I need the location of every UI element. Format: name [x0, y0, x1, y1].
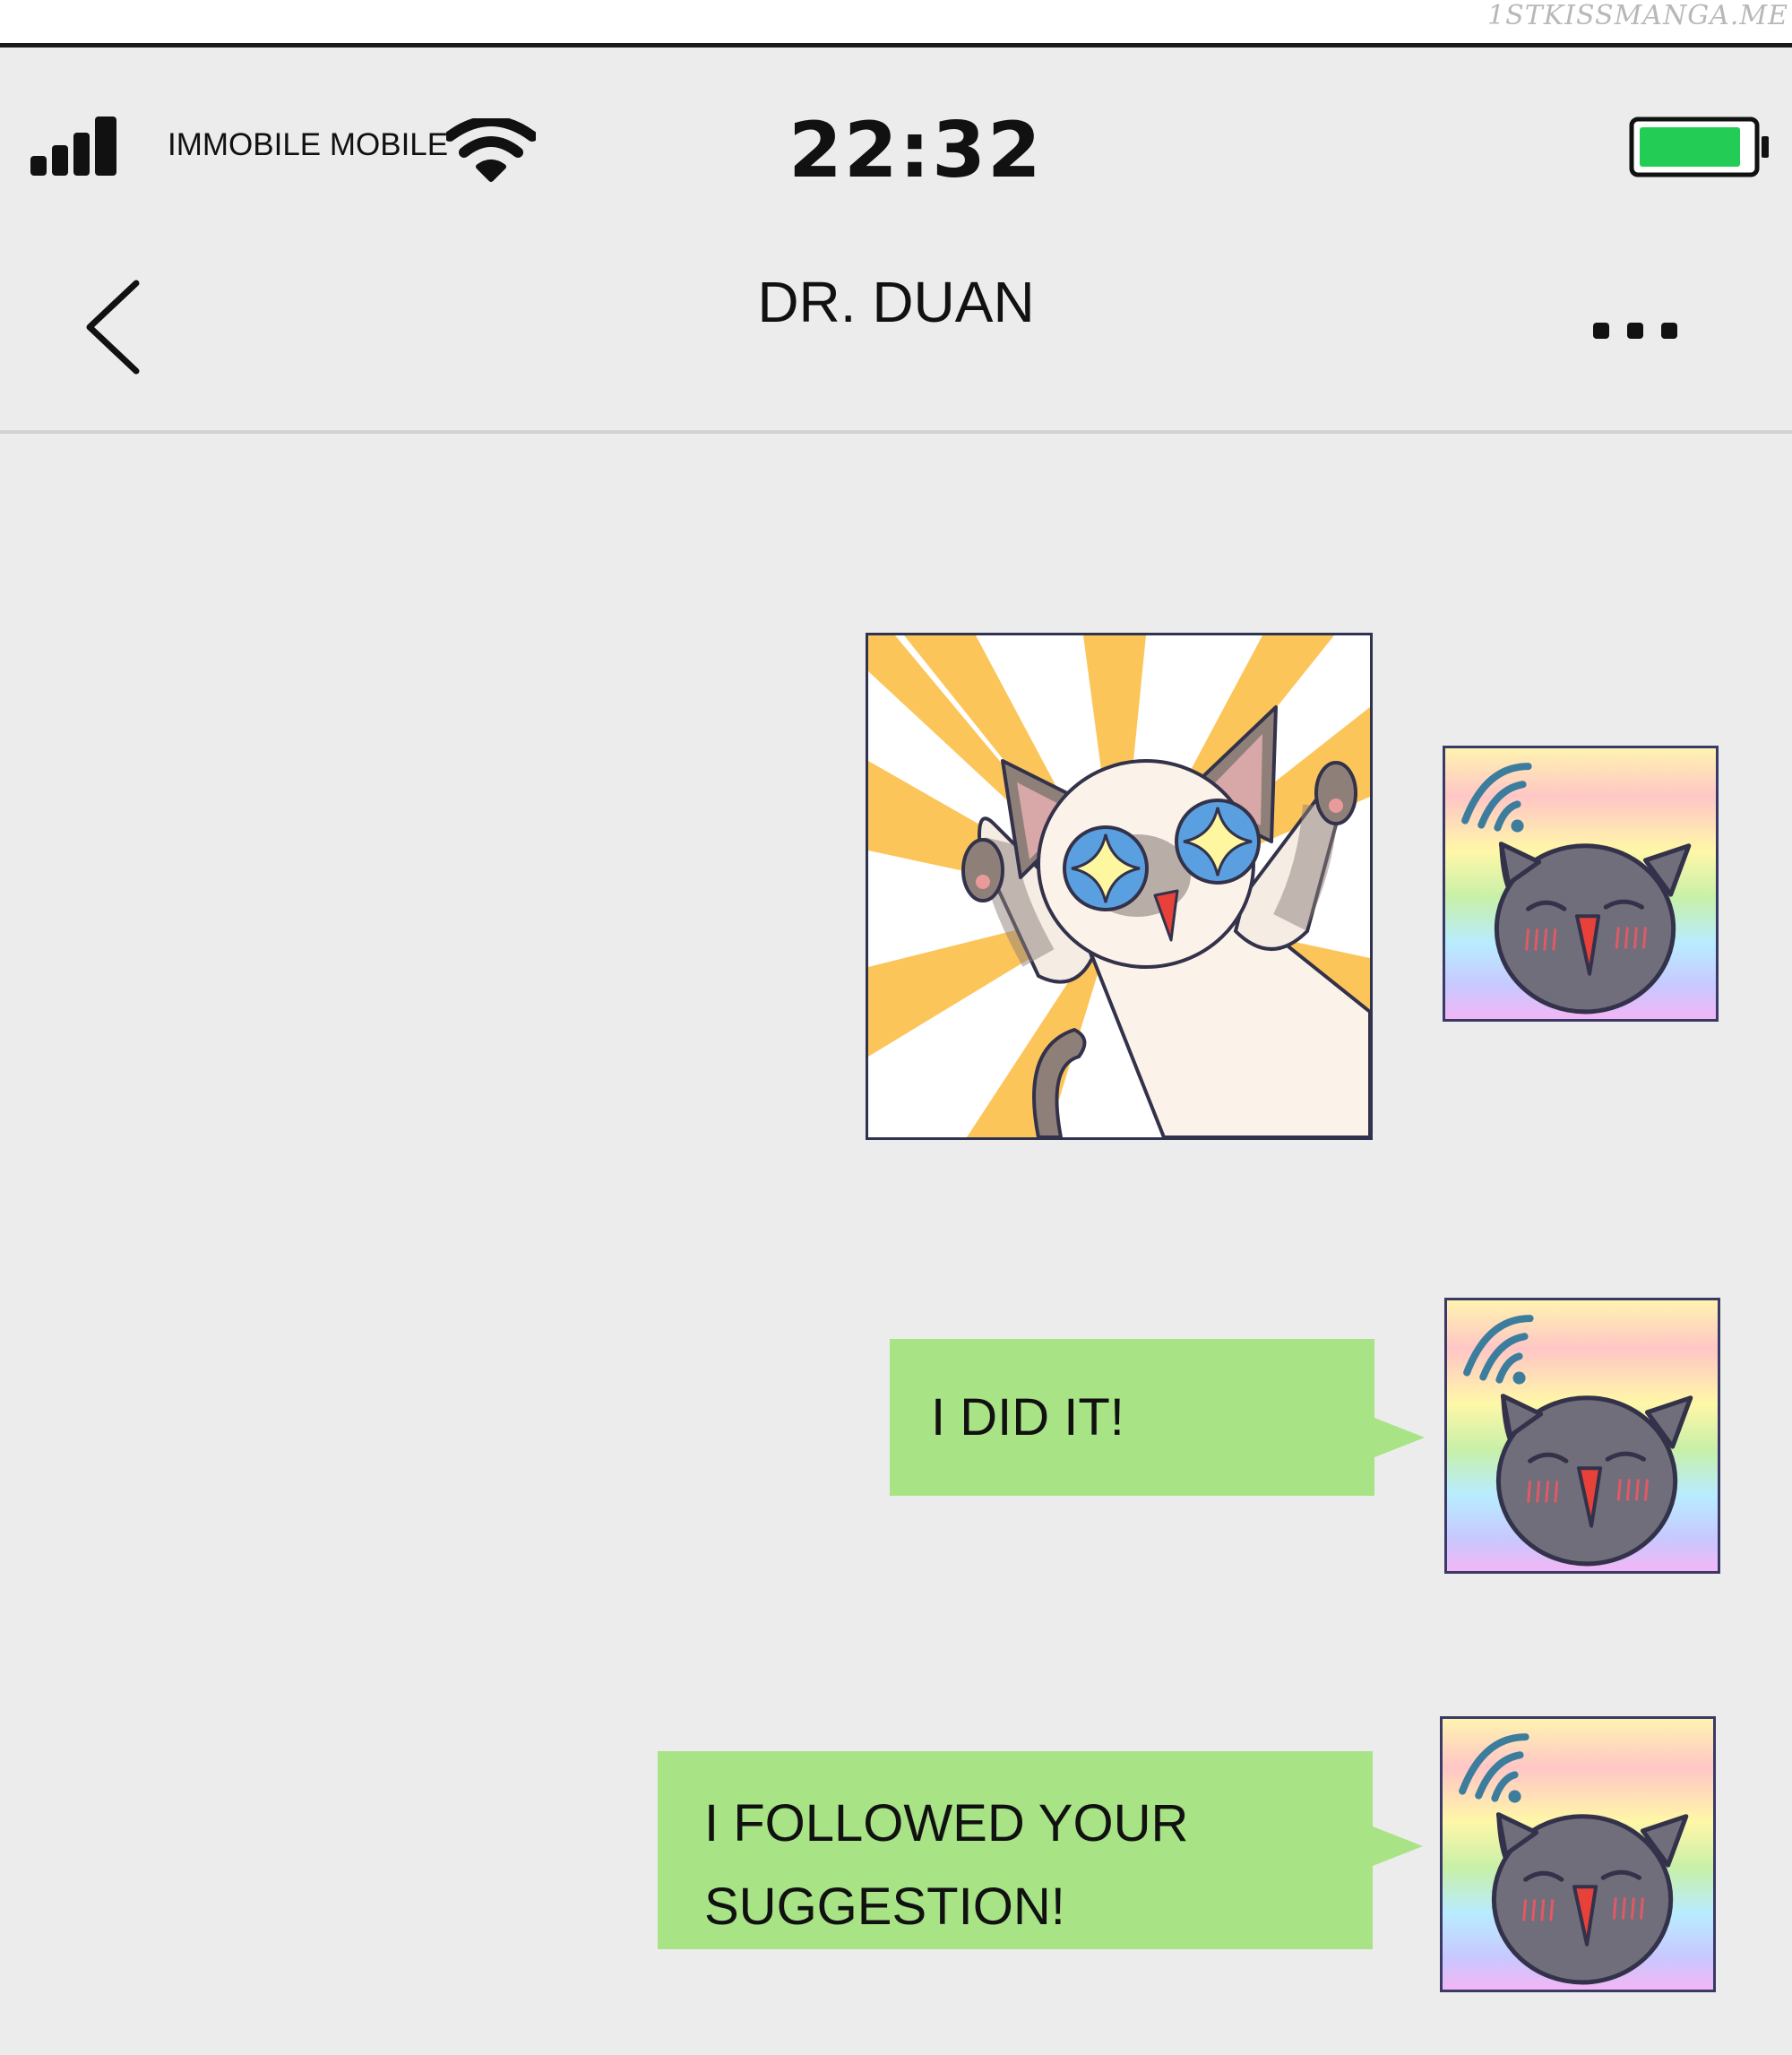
back-button[interactable] [82, 278, 145, 376]
signal-bars-icon [30, 117, 116, 176]
message-text: I DID IT! [931, 1388, 1124, 1446]
more-dots-icon[interactable] [1586, 314, 1684, 350]
avatar[interactable] [1440, 1716, 1716, 1992]
rainbow-cat-avatar-art [1447, 1300, 1718, 1571]
watermark: 1STKISSMANGA.ME [1487, 0, 1788, 31]
header-divider [0, 430, 1792, 434]
excited-siamese-cat-sticker[interactable] [866, 633, 1373, 1140]
status-time: 22:32 [788, 106, 1043, 195]
bubble-tail [1374, 1418, 1425, 1457]
carrier-name: IMMOBILE MOBILE [168, 127, 449, 162]
message-bubble[interactable]: I FOLLOWED YOUR SUGGESTION! [658, 1751, 1423, 1949]
rainbow-cat-avatar-art [1443, 1719, 1713, 1990]
bubble-tail [1373, 1826, 1423, 1866]
avatar[interactable] [1443, 746, 1719, 1022]
message-text-line: SUGGESTION! [704, 1878, 1065, 1936]
avatar[interactable] [1444, 1298, 1720, 1574]
battery-icon [1629, 117, 1769, 177]
wifi-icon [446, 118, 536, 182]
sticker-artwork [868, 635, 1370, 1137]
rainbow-cat-avatar-art [1445, 748, 1716, 1019]
chat-title: DR. DUAN [757, 270, 1035, 334]
message-text-line: I FOLLOWED YOUR [704, 1794, 1189, 1852]
message-bubble[interactable]: I DID IT! [890, 1339, 1425, 1496]
